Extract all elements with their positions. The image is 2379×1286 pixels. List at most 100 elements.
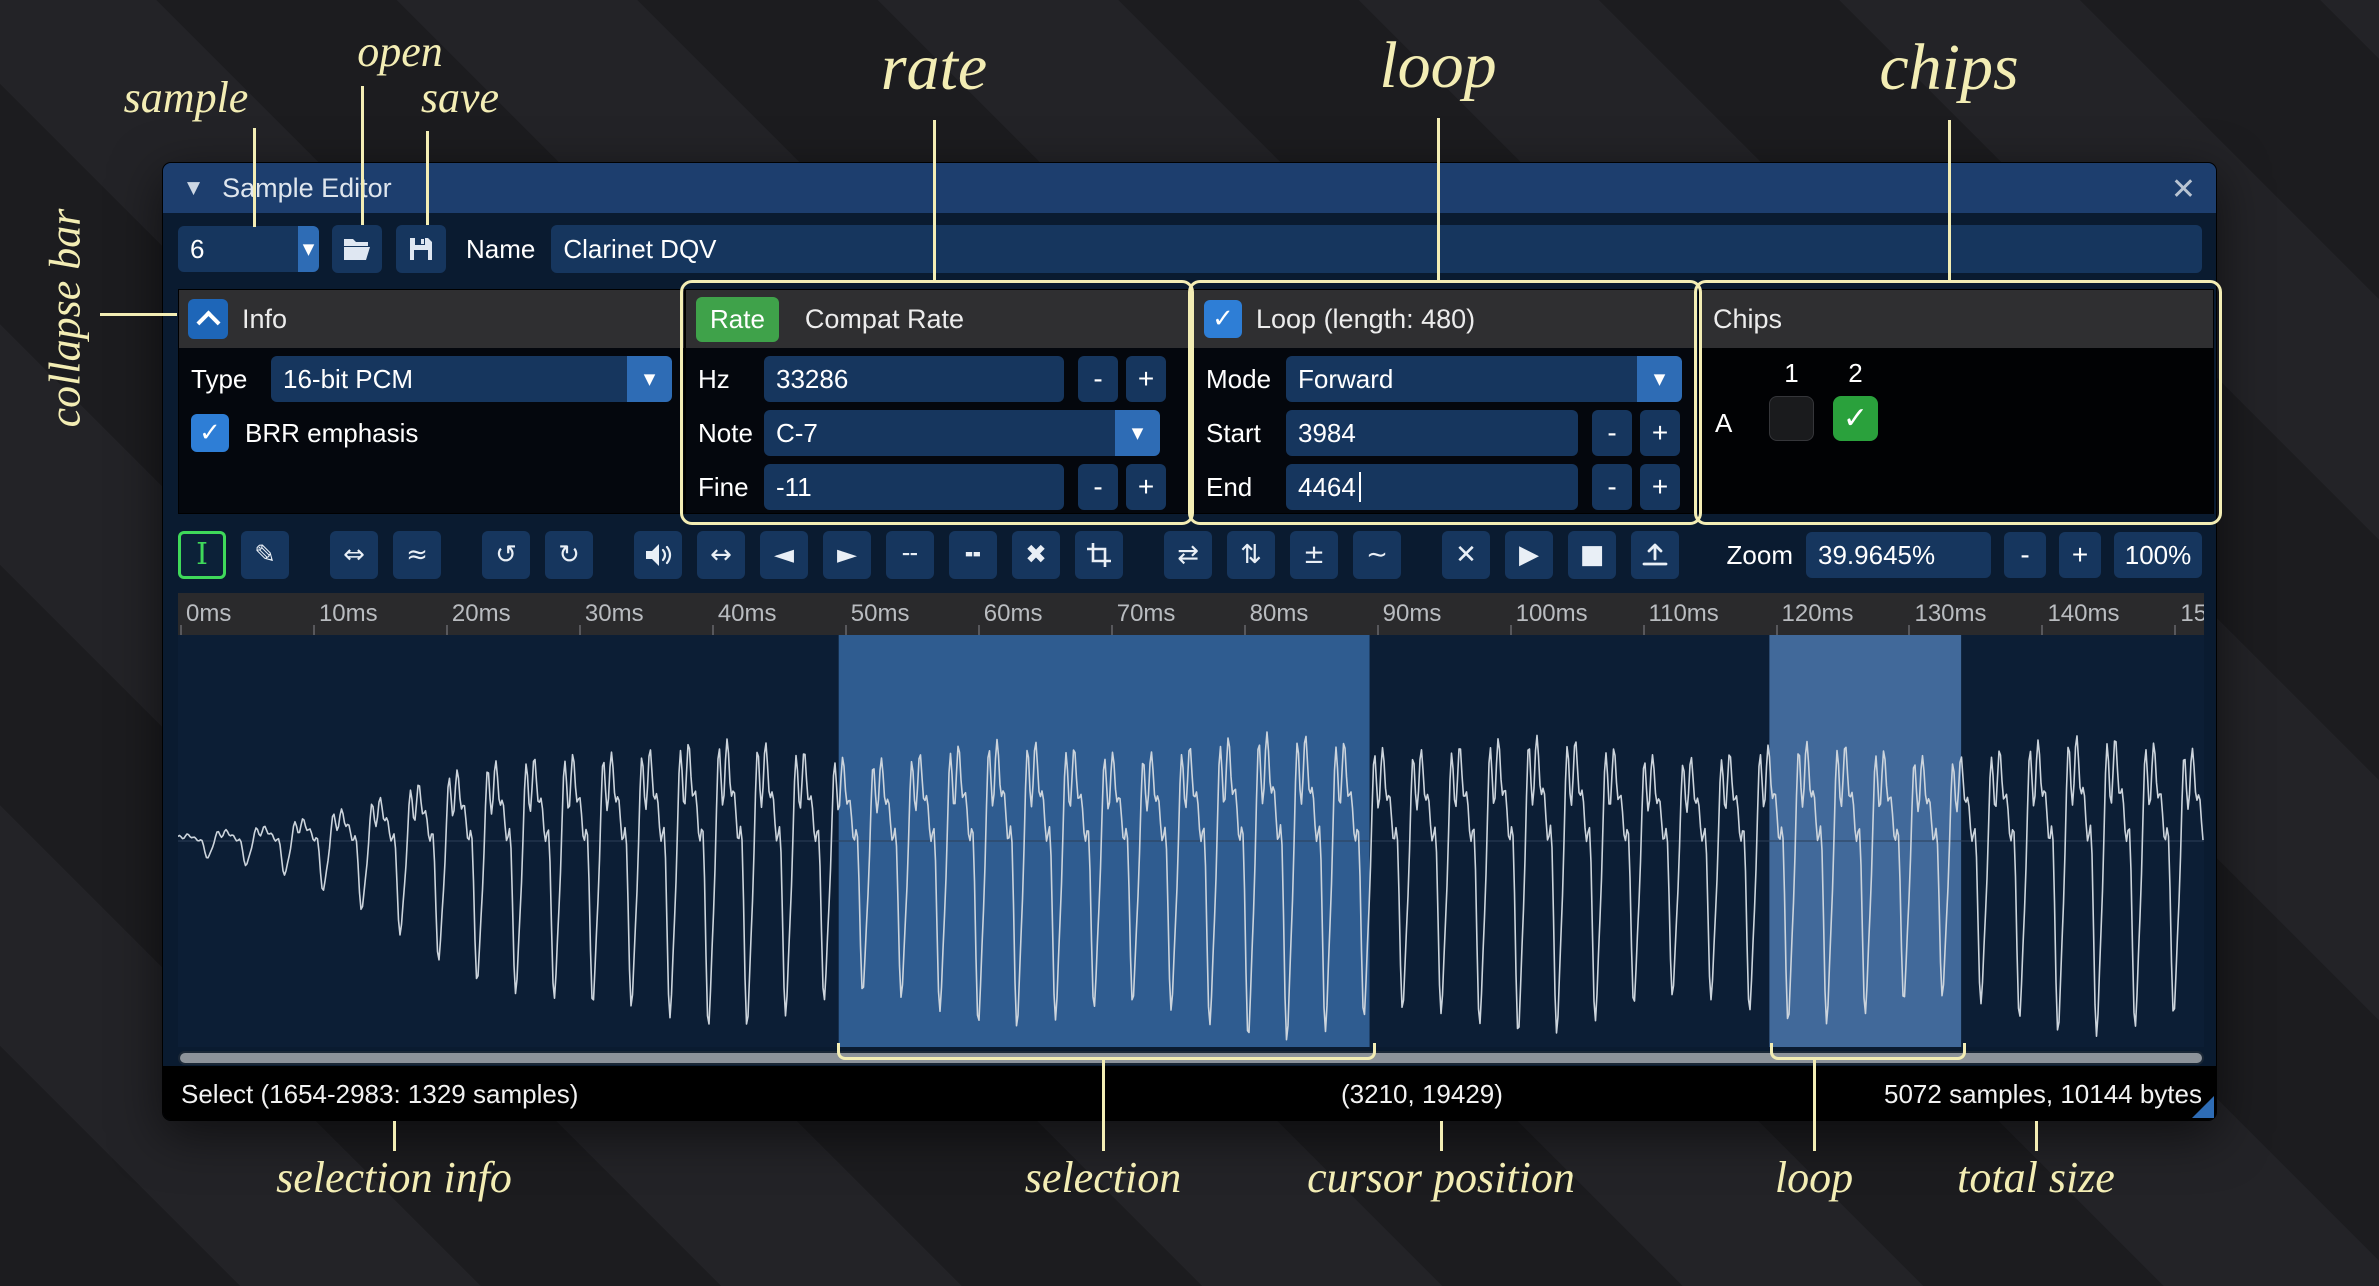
zoom-label: Zoom [1727,540,1793,571]
invert-button[interactable]: ⇅ [1227,531,1275,579]
chip-row-label: A [1715,408,1732,439]
fade-out-button[interactable]: ► [823,531,871,579]
loop-end-plus-button[interactable]: + [1640,464,1680,510]
zoom-in-button[interactable]: + [2059,532,2101,578]
loop-end-label: End [1206,472,1286,503]
save-button[interactable] [396,225,446,273]
toolbar-buttons: I ✎ ⇔ ≈ ↺ ↻ ↔ ◄ ► ╌ ╍ ✖ ⇄ ⇅ ± ∼ ✕ ▶ ■ [178,531,1694,579]
toolbar: I✎⇔≈↺↻ ↔◄►╌╍✖ ⇄⇅±∼✕▶■ Zoom 39.9645% - + … [178,529,2202,581]
fine-plus-button[interactable]: + [1126,464,1166,510]
trim-button[interactable] [1075,531,1123,579]
sign-invert-button[interactable]: ± [1290,531,1338,579]
normalize-icon: ↔ [710,542,732,568]
loop-panel-header: ✓ Loop (length: 480) [1194,290,1694,348]
chip-checkbox-2[interactable]: ✓ [1833,396,1878,441]
amplify-button[interactable] [634,531,682,579]
rate-panel-title: Compat Rate [805,304,964,335]
collapse-bar-button[interactable] [188,299,228,339]
hz-plus-button[interactable]: + [1126,356,1166,402]
hz-minus-button[interactable]: - [1078,356,1118,402]
horizontal-scrollbar[interactable] [178,1051,2204,1065]
rate-badge-button[interactable]: Rate [696,297,779,342]
loop-mode-dropdown[interactable]: Forward ▼ [1286,356,1682,402]
annotation-open: open [357,26,443,77]
undo-button[interactable]: ↺ [482,531,530,579]
redo-button[interactable]: ↻ [545,531,593,579]
timeline-label: 50ms [845,600,910,628]
normalize-button[interactable]: ↔ [697,531,745,579]
fine-input[interactable]: -11 [764,464,1064,510]
annotation-line-total-size [2035,1121,2038,1151]
annotation-rate: rate [881,30,987,106]
chevron-down-icon[interactable]: ▼ [627,356,672,402]
fine-label: Fine [698,472,764,503]
preview-button[interactable]: ▶ [1505,531,1553,579]
name-input[interactable]: Clarinet DQV [551,225,2202,273]
crossfade-loop-button[interactable]: ✕ [1442,531,1490,579]
edit-draw-icon: ✎ [254,542,276,568]
waveform-canvas[interactable] [178,635,2204,1047]
zoom-input[interactable]: 39.9645% [1806,532,1991,578]
sign-invert-icon: ± [1303,542,1325,568]
edit-draw-button[interactable]: ✎ [241,531,289,579]
annotation-chips: chips [1879,30,2018,106]
zoom-out-button[interactable]: - [2004,532,2046,578]
insert-silence-button[interactable]: ╌ [886,531,934,579]
loop-mode-value: Forward [1286,356,1637,402]
chevron-down-icon[interactable]: ▼ [1115,410,1160,456]
apply-silence-button[interactable]: ╍ [949,531,997,579]
annotation-cursor-position: cursor position [1307,1152,1575,1203]
resize-button[interactable]: ⇔ [330,531,378,579]
chevron-down-icon[interactable]: ▼ [298,226,319,272]
brr-emphasis-checkbox[interactable]: ✓ [191,414,229,452]
sample-index-dropdown[interactable]: 6 ▼ [178,226,319,272]
cursor-position-text: (3210, 19429) [1341,1079,1503,1110]
create-instrument-button[interactable] [1631,531,1679,579]
timeline-label: 20ms [446,600,511,628]
crossfade-loop-icon: ✕ [1455,542,1477,568]
loop-enable-checkbox[interactable]: ✓ [1204,300,1242,338]
annotation-save: save [421,72,499,123]
timeline-label: 0ms [180,600,231,628]
apply-filter-button[interactable]: ∼ [1353,531,1401,579]
rate-panel: Rate Compat Rate Hz 33286 - + Note C-7 ▼… [685,289,1189,514]
redo-icon: ↻ [558,542,580,568]
chevron-down-icon[interactable]: ▼ [1637,356,1682,402]
chips-panel-header: Chips [1699,290,2213,348]
loop-start-plus-button[interactable]: + [1640,410,1680,456]
reverse-button[interactable]: ⇄ [1164,531,1212,579]
stop-preview-icon: ■ [1580,542,1605,568]
loop-panel: ✓ Loop (length: 480) Mode Forward ▼ Star… [1193,289,1695,514]
note-label: Note [698,418,764,449]
stop-preview-button[interactable]: ■ [1568,531,1616,579]
waveform-area[interactable] [178,635,2204,1047]
timeline-ruler[interactable]: 0ms10ms20ms30ms40ms50ms60ms70ms80ms90ms1… [178,593,2204,635]
open-button[interactable] [332,225,382,273]
loop-end-value: 4464 [1298,472,1356,503]
status-bar: Select (1654-2983: 1329 samples) (3210, … [163,1066,2216,1120]
resample-button[interactable]: ≈ [393,531,441,579]
sample-type-dropdown[interactable]: 16-bit PCM ▼ [271,356,672,402]
loop-start-minus-button[interactable]: - [1592,410,1632,456]
chips-body: 12 A ✓ [1699,348,2213,514]
window-collapse-icon[interactable]: ▼ [181,177,206,199]
titlebar[interactable]: ▼ Sample Editor ✕ [163,163,2216,213]
fine-minus-button[interactable]: - [1078,464,1118,510]
preview-icon: ▶ [1519,542,1539,568]
delete-button[interactable]: ✖ [1012,531,1060,579]
hz-input[interactable]: 33286 [764,356,1064,402]
loop-end-minus-button[interactable]: - [1592,464,1632,510]
loop-start-input[interactable]: 3984 [1286,410,1578,456]
type-label: Type [191,364,271,395]
chips-columns: 12 [1769,358,1878,389]
apply-silence-icon: ╍ [965,542,981,568]
chip-checkbox-1[interactable] [1769,396,1814,441]
fade-in-button[interactable]: ◄ [760,531,808,579]
edit-select-button[interactable]: I [178,531,226,579]
resize-grip-icon[interactable] [2192,1096,2214,1118]
scrollbar-thumb[interactable] [180,1053,2202,1063]
loop-end-input[interactable]: 4464 [1286,464,1578,510]
close-icon[interactable]: ✕ [2165,171,2202,208]
zoom-reset-button[interactable]: 100% [2114,532,2202,578]
note-dropdown[interactable]: C-7 ▼ [764,410,1160,456]
